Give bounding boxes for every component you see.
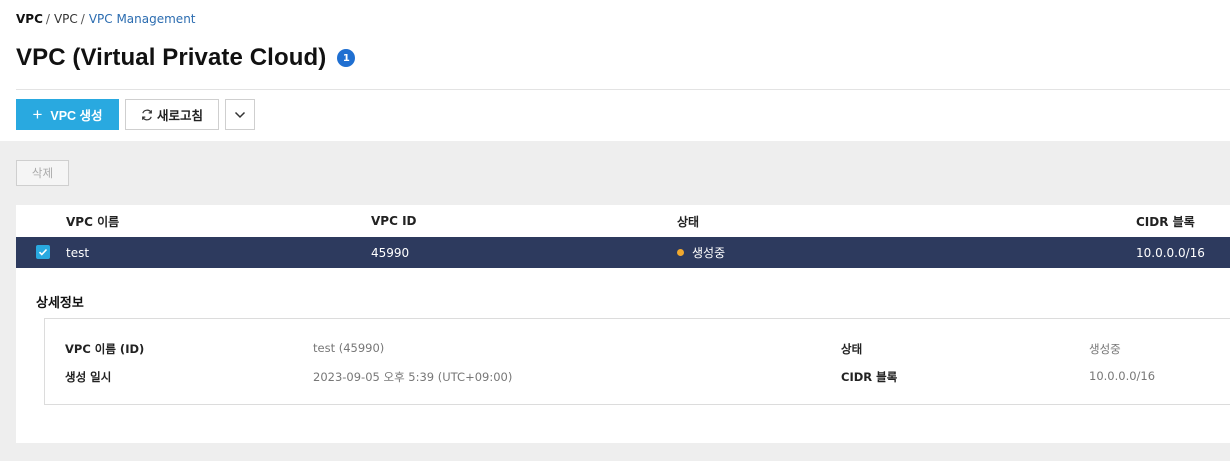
breadcrumb-separator: / (80, 12, 85, 26)
breadcrumb-separator: / (45, 12, 50, 26)
detail-status-label: 상태 (841, 342, 863, 356)
row-cidr: 10.0.0.0/16 (1136, 245, 1205, 260)
detail-cidr-label: CIDR 블록 (841, 370, 898, 384)
row-name: test (66, 245, 90, 260)
detail-title: 상세정보 (36, 296, 84, 311)
row-status-text: 생성중 (692, 246, 726, 260)
plus-icon: + (32, 105, 43, 124)
table-header: VPC 이름 VPC ID 상태 CIDR 블록 (16, 205, 1230, 237)
status-dot-icon (677, 249, 684, 256)
detail-status-value: 생성중 (1089, 342, 1121, 356)
detail-name-label: VPC 이름 (ID) (65, 342, 145, 356)
column-header-name[interactable]: VPC 이름 (66, 205, 119, 237)
refresh-icon (141, 109, 153, 121)
column-header-status[interactable]: 상태 (677, 205, 699, 237)
detail-box: VPC 이름 (ID) test (45990) 상태 생성중 생성 일시 20… (44, 318, 1230, 405)
detail-name-value: test (45990) (313, 341, 385, 355)
column-header-id[interactable]: VPC ID (371, 205, 417, 237)
title-row: VPC (Virtual Private Cloud) 1 (16, 42, 356, 74)
vpc-table-panel: VPC 이름 VPC ID 상태 CIDR 블록 test 45990 생성중 … (16, 205, 1230, 443)
breadcrumb: VPC / VPC / VPC Management (16, 12, 196, 26)
breadcrumb-item-vpc-root[interactable]: VPC (16, 12, 43, 26)
delete-button[interactable]: 삭제 (16, 160, 69, 186)
breadcrumb-item-vpc-management[interactable]: VPC Management (89, 12, 196, 26)
checkbox-checked-icon[interactable] (36, 245, 50, 259)
create-vpc-button[interactable]: + VPC 생성 (16, 99, 119, 130)
row-id: 45990 (371, 245, 410, 260)
toolbar: + VPC 생성 새로고침 (16, 99, 255, 130)
refresh-button[interactable]: 새로고침 (125, 99, 219, 130)
detail-cidr-value: 10.0.0.0/16 (1089, 369, 1156, 383)
count-badge: 1 (337, 49, 356, 67)
divider (16, 89, 1230, 90)
table-row[interactable]: test 45990 생성중 10.0.0.0/16 (16, 237, 1230, 268)
refresh-label: 새로고침 (156, 109, 203, 123)
column-header-cidr[interactable]: CIDR 블록 (1136, 205, 1195, 237)
detail-created-label: 생성 일시 (65, 370, 112, 384)
row-status: 생성중 (677, 237, 725, 268)
create-vpc-label: VPC 생성 (50, 109, 103, 123)
detail-created-value: 2023-09-05 오후 5:39 (UTC+09:00) (313, 370, 513, 384)
chevron-down-icon (234, 108, 246, 122)
page-title: VPC (Virtual Private Cloud) (16, 44, 327, 71)
more-actions-button[interactable] (225, 99, 255, 130)
breadcrumb-item-vpc[interactable]: VPC (54, 12, 78, 26)
